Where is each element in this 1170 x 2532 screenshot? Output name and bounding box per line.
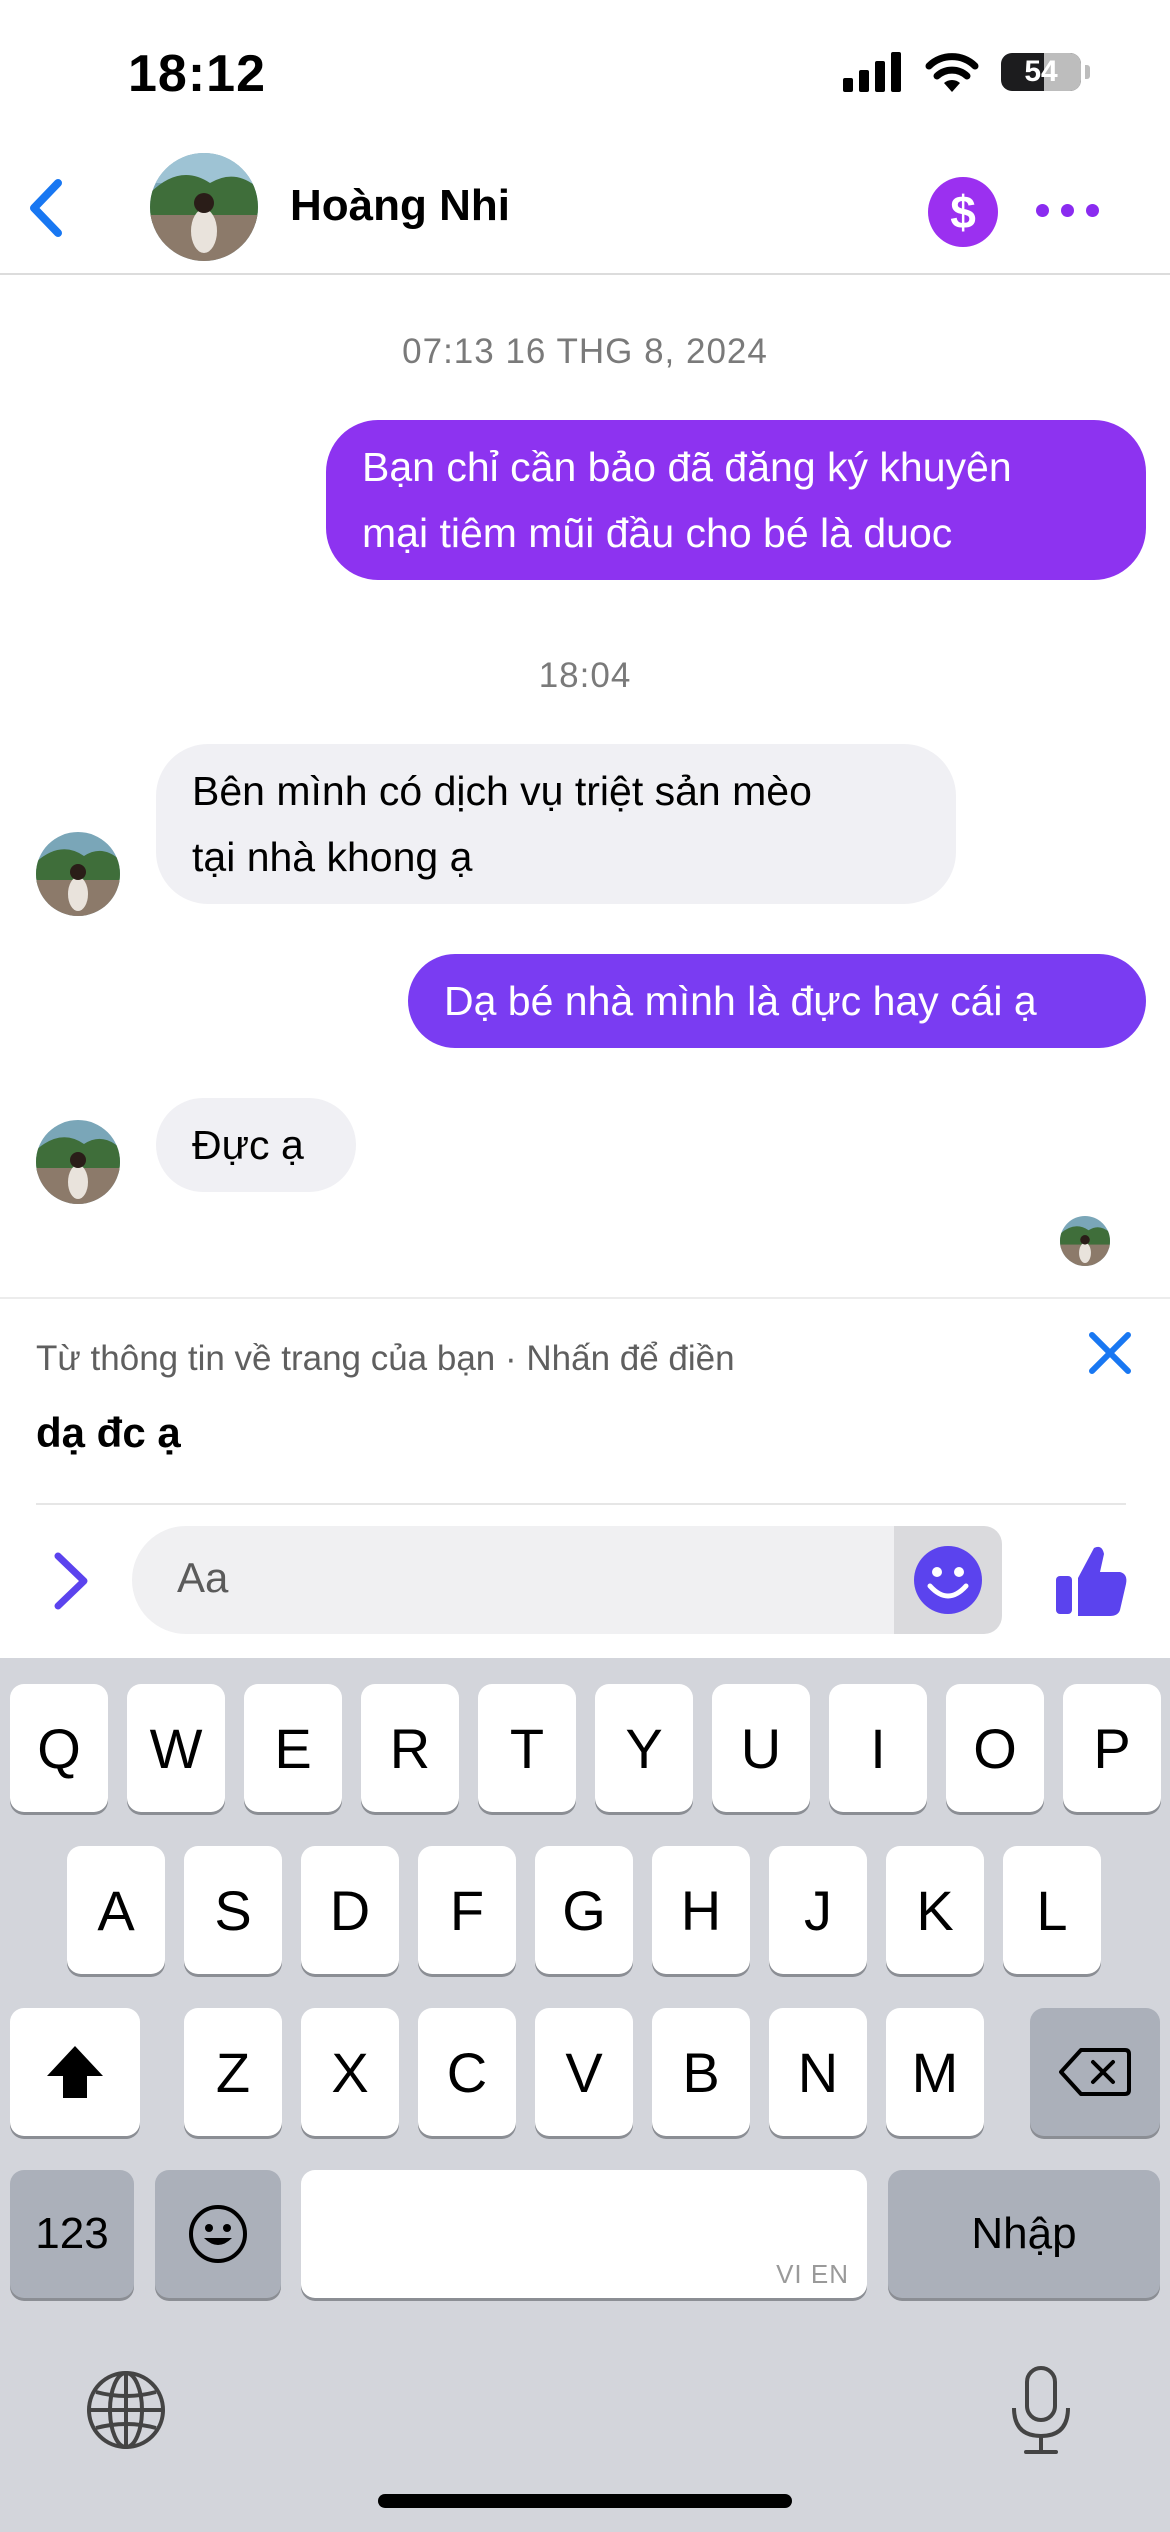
numbers-key[interactable]: 123 <box>10 2170 134 2298</box>
key-g[interactable]: G <box>535 1846 633 1974</box>
emoji-keyboard-key[interactable] <box>155 2170 281 2298</box>
key-c[interactable]: C <box>418 2008 516 2136</box>
shift-arrow-icon <box>47 2046 103 2098</box>
sender-avatar[interactable] <box>36 1120 120 1204</box>
message-line: Dạ bé nhà mình là đực hay cái ạ <box>444 978 1037 1024</box>
battery-level: 54 <box>1024 55 1058 88</box>
outgoing-message[interactable]: Bạn chỉ cần bảo đã đăng ký khuyên mại ti… <box>326 420 1146 580</box>
status-time: 18:12 <box>128 45 266 103</box>
suggested-reply-panel[interactable]: Từ thông tin về trang của bạn · Nhấn để … <box>0 1297 1170 1509</box>
key-d[interactable]: D <box>301 1846 399 1974</box>
space-key[interactable]: VI EN <box>301 2170 867 2298</box>
message-line: Đực ạ <box>192 1122 304 1168</box>
divider <box>36 1503 1126 1505</box>
seen-receipt-avatar <box>1060 1216 1110 1266</box>
key-u[interactable]: U <box>712 1684 810 1812</box>
key-f[interactable]: F <box>418 1846 516 1974</box>
key-t[interactable]: T <box>478 1684 576 1812</box>
incoming-message[interactable]: Đực ạ <box>156 1098 356 1192</box>
status-icons: 54 <box>843 52 1090 92</box>
sender-avatar[interactable] <box>36 832 120 916</box>
message-input[interactable]: Aa <box>132 1526 1002 1634</box>
key-w[interactable]: W <box>127 1684 225 1812</box>
message-line: mại tiêm mũi đầu cho bé là duoc <box>362 510 953 556</box>
message-input-placeholder: Aa <box>177 1554 229 1601</box>
emoji-button[interactable] <box>894 1526 1002 1634</box>
key-i[interactable]: I <box>829 1684 927 1812</box>
key-l[interactable]: L <box>1003 1846 1101 1974</box>
payment-button[interactable]: $ <box>928 177 998 247</box>
contact-name[interactable]: Hoàng Nhi <box>290 181 510 231</box>
key-s[interactable]: S <box>184 1846 282 1974</box>
backspace-icon <box>1059 2048 1131 2096</box>
key-b[interactable]: B <box>652 2008 750 2136</box>
key-m[interactable]: M <box>886 2008 984 2136</box>
dollar-icon: $ <box>950 186 976 238</box>
key-n[interactable]: N <box>769 2008 867 2136</box>
key-r[interactable]: R <box>361 1684 459 1812</box>
delete-key[interactable] <box>1030 2008 1160 2136</box>
cellular-signal-icon <box>843 52 901 92</box>
key-k[interactable]: K <box>886 1846 984 1974</box>
key-z[interactable]: Z <box>184 2008 282 2136</box>
key-x[interactable]: X <box>301 2008 399 2136</box>
microphone-icon[interactable] <box>1006 2364 1076 2456</box>
incoming-message[interactable]: Bên mình có dịch vụ triệt sản mèo tại nh… <box>156 744 956 904</box>
key-q[interactable]: Q <box>10 1684 108 1812</box>
key-v[interactable]: V <box>535 2008 633 2136</box>
key-y[interactable]: Y <box>595 1684 693 1812</box>
message-line: Bạn chỉ cần bảo đã đăng ký khuyên <box>362 444 1012 490</box>
thumbs-up-icon[interactable] <box>1050 1540 1130 1620</box>
key-h[interactable]: H <box>652 1846 750 1974</box>
message-line: tại nhà khong ạ <box>192 834 473 880</box>
chevron-right-icon[interactable] <box>40 1548 100 1614</box>
more-options-icon[interactable] <box>1036 195 1106 225</box>
message-timestamp: 18:04 <box>538 656 632 695</box>
outgoing-message[interactable]: Dạ bé nhà mình là đực hay cái ạ <box>408 954 1146 1048</box>
smiley-icon <box>914 1546 982 1614</box>
return-key[interactable]: Nhập <box>888 2170 1160 2298</box>
close-icon[interactable] <box>1084 1327 1136 1379</box>
back-chevron-icon[interactable] <box>20 173 80 243</box>
key-j[interactable]: J <box>769 1846 867 1974</box>
smiley-outline-icon <box>189 2205 247 2263</box>
battery-icon: 54 <box>1001 53 1081 91</box>
chat-header: Hoàng Nhi $ <box>0 145 1170 275</box>
shift-key[interactable] <box>10 2008 140 2136</box>
contact-avatar[interactable] <box>150 153 258 261</box>
key-p[interactable]: P <box>1063 1684 1161 1812</box>
globe-icon[interactable] <box>84 2368 168 2452</box>
home-indicator[interactable] <box>378 2494 792 2508</box>
suggestion-label: Từ thông tin về trang của bạn · Nhấn để … <box>36 1339 735 1378</box>
message-timestamp: 07:13 16 THG 8, 2024 <box>402 332 768 371</box>
keyboard: Q W E R T Y U I O P A S D F G H J K L Z … <box>0 1658 1170 2532</box>
suggested-reply-text[interactable]: dạ đc ạ <box>36 1409 181 1457</box>
key-a[interactable]: A <box>67 1846 165 1974</box>
language-hint: VI EN <box>776 2259 849 2289</box>
message-line: Bên mình có dịch vụ triệt sản mèo <box>192 768 812 814</box>
key-o[interactable]: O <box>946 1684 1044 1812</box>
key-e[interactable]: E <box>244 1684 342 1812</box>
wifi-icon <box>925 53 979 92</box>
